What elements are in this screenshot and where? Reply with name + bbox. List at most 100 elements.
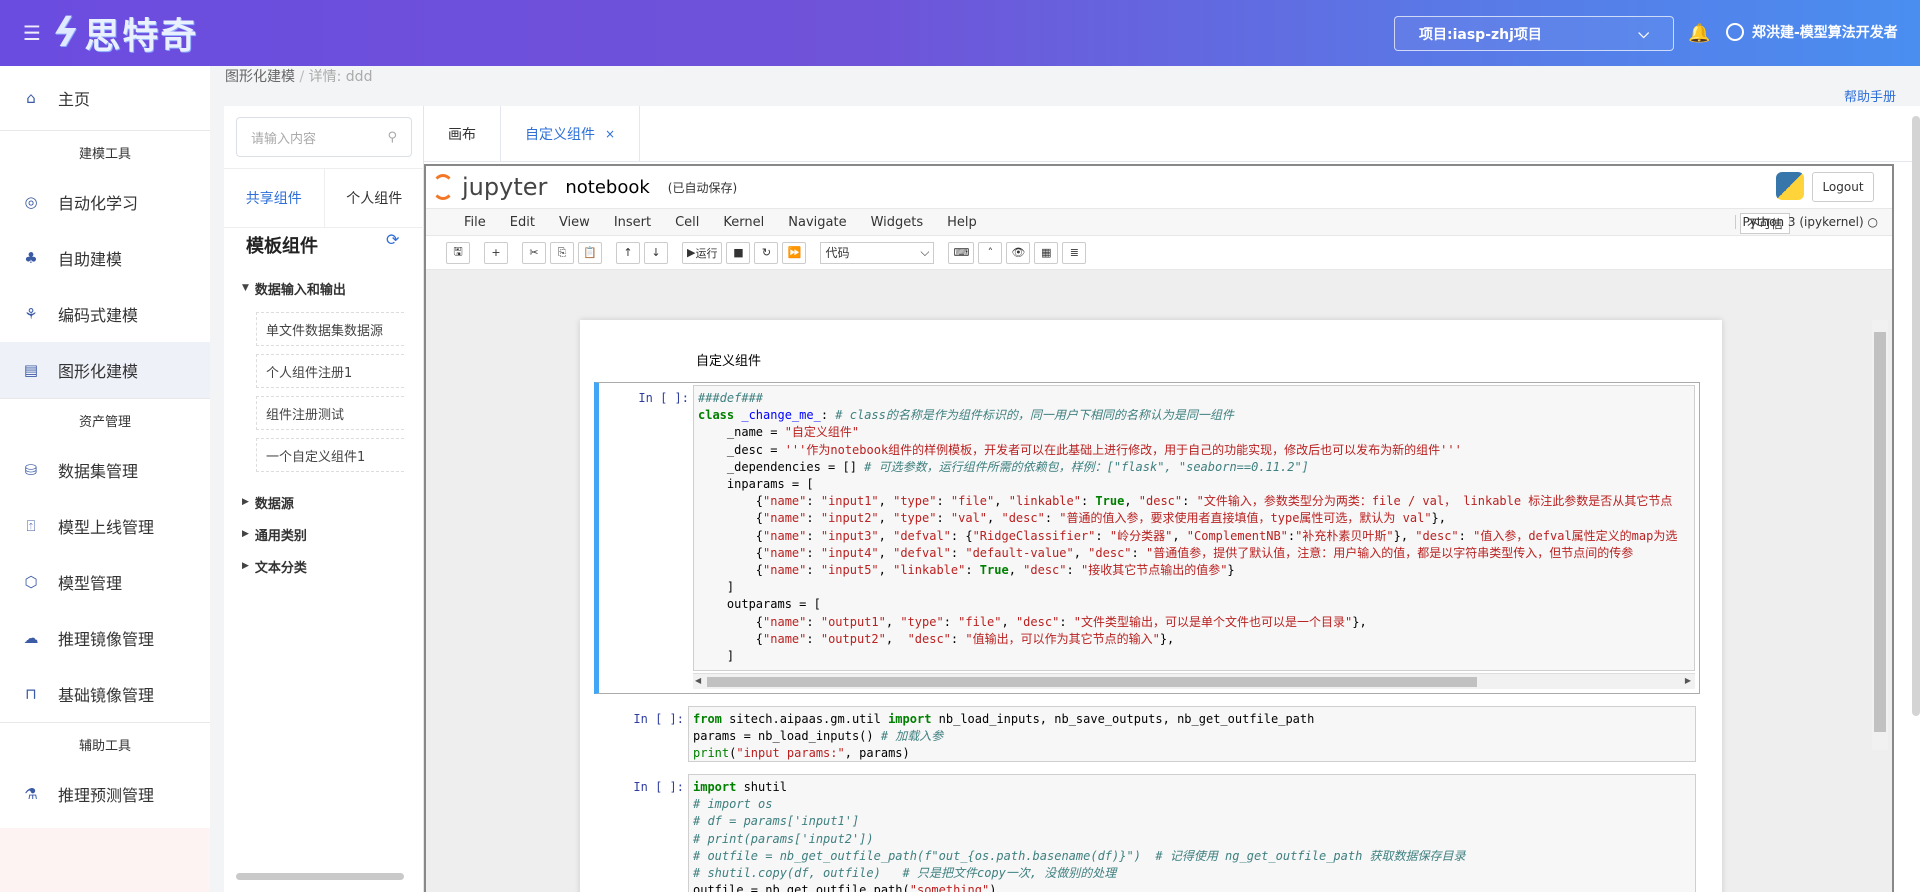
tree-leaf[interactable]: 组件注册测试 bbox=[256, 396, 404, 430]
brand-logo: ϟ 思特奇 bbox=[46, 7, 198, 59]
collapse-icon[interactable]: ˄ bbox=[978, 241, 1003, 264]
menu-help[interactable]: Help bbox=[935, 215, 989, 230]
tree-node-datasource[interactable]: ▶ 数据源 bbox=[242, 486, 422, 518]
sidebar-item-automl[interactable]: ◎ 自动化学习 bbox=[0, 174, 210, 230]
project-select[interactable]: 项目:iasp-zhj项目 ⌵ bbox=[1394, 16, 1674, 51]
sidebar: ⌂ 主页 建模工具 ◎ 自动化学习 ♣ 自助建模 ⚘ 编码式建模 ▤ 图形化建模 资产管理… bbox=[0, 66, 210, 892]
notebook-vscrollbar[interactable] bbox=[1872, 320, 1888, 750]
sidebar-item-model[interactable]: ⬡ 模型管理 bbox=[0, 554, 210, 610]
menu-cell[interactable]: Cell bbox=[663, 215, 711, 230]
menu-widgets[interactable]: Widgets bbox=[859, 215, 936, 230]
menu-navigate[interactable]: Navigate bbox=[776, 215, 858, 230]
stop-icon[interactable]: ■ bbox=[726, 241, 751, 264]
editor-tabs: 画布 自定义组件 × bbox=[424, 106, 1920, 162]
tree-leaf[interactable]: 个人组件注册1 bbox=[256, 354, 404, 388]
menu-edit[interactable]: Edit bbox=[498, 215, 547, 230]
tree-node-io[interactable]: ▼ 数据输入和输出 bbox=[242, 272, 422, 304]
menu-insert[interactable]: Insert bbox=[602, 215, 663, 230]
sidebar-item-home[interactable]: ⌂ 主页 bbox=[0, 66, 210, 130]
user-menu[interactable]: 郑洪建-模型算法开发者 bbox=[1726, 22, 1898, 42]
eye-icon[interactable]: 👁 bbox=[1006, 241, 1031, 264]
tree-node-label: 数据输入和输出 bbox=[254, 282, 346, 298]
jupyter-logo[interactable]: jupyter bbox=[432, 173, 547, 201]
prediction-icon: ⚗ bbox=[24, 785, 38, 803]
scroll-thumb[interactable] bbox=[1874, 332, 1886, 732]
jupyter-menubar: File Edit View Insert Cell Kernel Naviga… bbox=[426, 208, 1892, 236]
search-icon: ⚲ bbox=[387, 129, 397, 145]
logout-button[interactable]: Logout bbox=[1812, 172, 1874, 202]
menu-file[interactable]: File bbox=[452, 215, 498, 230]
jupyter-frame: jupyter notebook (已自动保存) Logout File Edi… bbox=[424, 164, 1894, 892]
code-editor[interactable]: import shutil # import os # df = params[… bbox=[688, 774, 1696, 892]
calculator-icon[interactable]: ▦ bbox=[1034, 241, 1059, 264]
run-button[interactable]: ▶ 运行 bbox=[682, 241, 723, 264]
sidebar-item-label: 自助建模 bbox=[58, 250, 123, 269]
tab-custom-component[interactable]: 自定义组件 × bbox=[501, 106, 641, 162]
chevron-down-icon: ⌵ bbox=[920, 245, 930, 259]
tab-personal[interactable]: 个人组件 bbox=[325, 169, 425, 227]
tree-leaf[interactable]: 单文件数据集数据源 bbox=[256, 312, 404, 346]
list-icon[interactable]: ≣ bbox=[1062, 241, 1087, 264]
run-label: 运行 bbox=[695, 246, 718, 260]
add-cell-icon[interactable]: + bbox=[484, 241, 508, 264]
markdown-cell[interactable]: 自定义组件 bbox=[696, 350, 761, 369]
code-cell-1[interactable]: In [ ]: ###def### class _change_me_: # c… bbox=[594, 382, 1700, 694]
page-scrollbar[interactable] bbox=[1912, 116, 1920, 716]
tree-leaf[interactable]: 一个自定义组件1 bbox=[256, 438, 404, 472]
panel-scrollbar[interactable] bbox=[236, 873, 404, 880]
sidebar-item-self-modeling[interactable]: ♣ 自助建模 bbox=[0, 230, 210, 286]
scroll-thumb[interactable] bbox=[707, 677, 1477, 687]
bell-icon[interactable]: 🔔 bbox=[1688, 23, 1710, 44]
component-panel: 请输入内容 ⚲ 共享组件 个人组件 模板组件 ⟳ ▼ 数据输入和输出 单文件数据集数… bbox=[224, 106, 424, 892]
code-editor[interactable]: ###def### class _change_me_: # class的名称是… bbox=[693, 385, 1695, 671]
sidebar-item-prediction[interactable]: ⚗ 推理预测管理 bbox=[0, 766, 210, 822]
book-icon: ⊓ bbox=[25, 685, 37, 703]
sidebar-item-dataset[interactable]: ⛁ 数据集管理 bbox=[0, 442, 210, 498]
tab-shared[interactable]: 共享组件 bbox=[224, 169, 325, 227]
sidebar-item-inference-image[interactable]: ☁ 推理镜像管理 bbox=[0, 610, 210, 666]
tree-node-text[interactable]: ▶ 文本分类 bbox=[242, 550, 422, 582]
caret-right-icon: ▶ bbox=[242, 561, 249, 571]
keyboard-icon[interactable]: ⌨ bbox=[948, 241, 975, 264]
search-input[interactable]: 请输入内容 ⚲ bbox=[236, 117, 412, 157]
move-up-icon[interactable]: ↑ bbox=[616, 241, 640, 264]
cell-prompt: In [ ]: bbox=[633, 712, 684, 726]
refresh-icon[interactable]: ⟳ bbox=[386, 230, 399, 249]
sidebar-item-code-modeling[interactable]: ⚘ 编码式建模 bbox=[0, 286, 210, 342]
save-icon[interactable]: 🖫 bbox=[446, 241, 470, 264]
sidebar-group-modeling: 建模工具 bbox=[0, 130, 210, 174]
jupyter-header: jupyter notebook (已自动保存) Logout bbox=[426, 166, 1892, 208]
code-cell-3[interactable]: In [ ]: import shutil # import os # df =… bbox=[594, 772, 1700, 892]
restart-icon[interactable]: ↻ bbox=[754, 241, 779, 264]
sidebar-item-base-image[interactable]: ⊓ 基础镜像管理 bbox=[0, 666, 210, 722]
menu-kernel[interactable]: Kernel bbox=[711, 215, 776, 230]
notebook-name[interactable]: notebook bbox=[565, 177, 649, 198]
cell-type-select[interactable]: 代码 ⌵ bbox=[820, 241, 935, 264]
copy-icon[interactable]: ⎘ bbox=[550, 241, 574, 264]
tab-canvas[interactable]: 画布 bbox=[424, 106, 501, 162]
fast-forward-icon[interactable]: ⏩ bbox=[782, 241, 807, 264]
scroll-right-icon[interactable]: ▶ bbox=[1685, 676, 1691, 685]
cube-icon: ⬡ bbox=[24, 573, 38, 591]
paste-icon[interactable]: 📋 bbox=[578, 241, 602, 264]
code-cell-2[interactable]: In [ ]: from sitech.aipaas.gm.util impor… bbox=[594, 704, 1700, 762]
close-icon[interactable]: × bbox=[605, 127, 615, 141]
help-link[interactable]: 帮助手册 bbox=[1844, 86, 1896, 105]
menu-toggle-icon[interactable]: ☰ bbox=[12, 21, 52, 45]
jupyter-icon bbox=[432, 174, 454, 200]
scroll-left-icon[interactable]: ◀ bbox=[695, 676, 701, 685]
code-modeling-icon: ⚘ bbox=[24, 305, 38, 323]
sidebar-item-graph-modeling[interactable]: ▤ 图形化建模 bbox=[0, 342, 210, 398]
move-down-icon[interactable]: ↓ bbox=[644, 241, 668, 264]
save-status: (已自动保存) bbox=[667, 180, 738, 195]
cell-prompt: In [ ]: bbox=[638, 391, 689, 405]
cut-icon[interactable]: ✂ bbox=[522, 241, 546, 264]
menu-view[interactable]: View bbox=[547, 215, 602, 230]
code-editor[interactable]: from sitech.aipaas.gm.util import nb_loa… bbox=[688, 706, 1696, 762]
sidebar-item-model-online[interactable]: ⍐ 模型上线管理 bbox=[0, 498, 210, 554]
tree-node-label: 数据源 bbox=[254, 496, 294, 512]
breadcrumb-root[interactable]: 图形化建模 bbox=[225, 69, 295, 85]
tree-node-general[interactable]: ▶ 通用类别 bbox=[242, 518, 422, 550]
code-hscrollbar[interactable]: ◀ ▶ bbox=[693, 673, 1695, 689]
sidebar-item-label: 模型上线管理 bbox=[58, 518, 155, 537]
